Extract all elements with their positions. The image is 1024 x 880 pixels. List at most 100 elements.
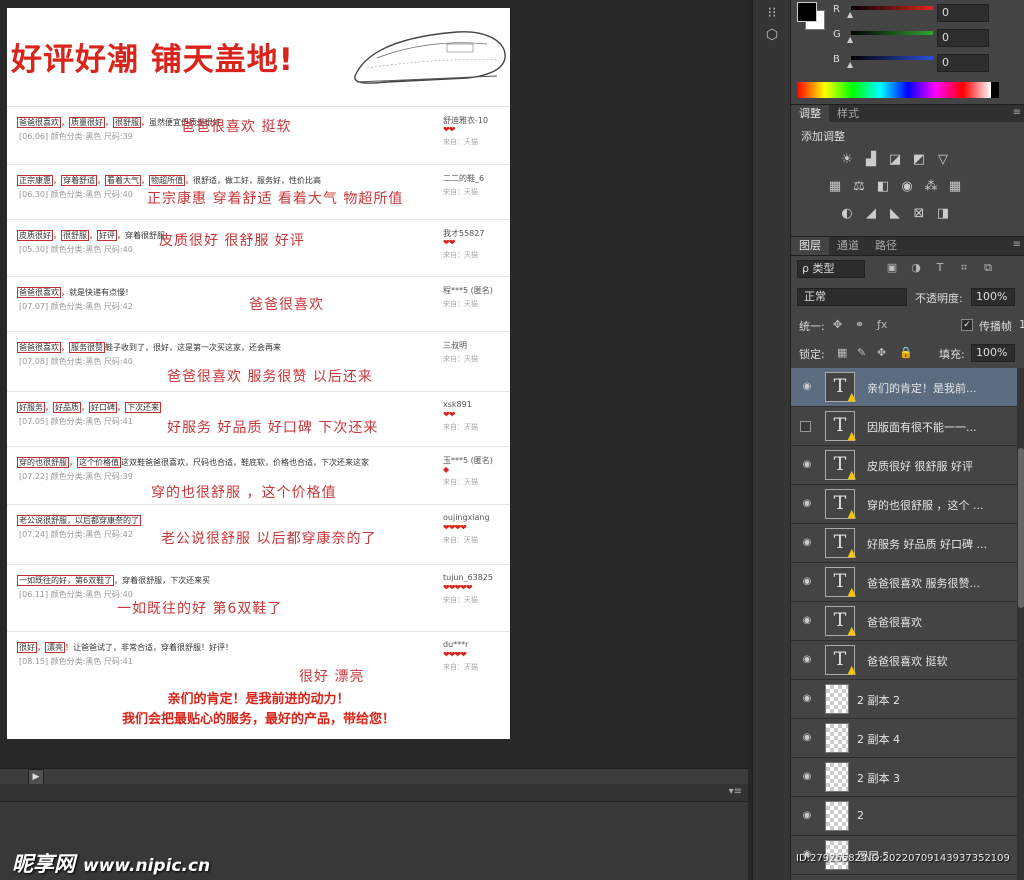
invert-icon[interactable]: ◐ (839, 206, 855, 222)
scrollbar-thumb[interactable] (1018, 448, 1024, 608)
slider-knob-icon[interactable]: ▲ (847, 36, 855, 44)
layer-row[interactable]: ◉ T ▲ 爸爸很喜欢 挺软 (791, 641, 1017, 680)
levels-icon[interactable]: ▟ (863, 152, 879, 168)
channel-slider[interactable] (851, 6, 933, 10)
eye-icon[interactable]: ◉ (800, 693, 814, 705)
black-white-icon[interactable]: ◧ (875, 179, 891, 195)
photo-filter-icon[interactable]: ◉ (899, 179, 915, 195)
eye-icon[interactable]: ◉ (800, 771, 814, 783)
threshold-icon[interactable]: ◣ (887, 206, 903, 222)
layer-name: 爸爸很喜欢 服务很赞... (867, 577, 980, 590)
curves-icon[interactable]: ◪ (887, 152, 903, 168)
channel-slider[interactable] (851, 31, 933, 35)
shape-filter-icon[interactable]: ⌗ (957, 261, 971, 275)
layer-row[interactable]: ◉ T ▲ 亲们的肯定！是我前... (791, 368, 1017, 407)
gradient-map-icon[interactable]: ⊠ (911, 206, 927, 222)
layer-list[interactable]: ◉ T ▲ 亲们的肯定！是我前... T ▲ 因版面有很不能一一... ◉ T ▲ 皮质很好 很舒服… (791, 368, 1017, 880)
channel-value-input[interactable]: 0 (937, 4, 989, 22)
layer-row[interactable]: ◉ 2 副本 3 (791, 758, 1017, 797)
tab-layers[interactable]: 图层 (791, 237, 829, 255)
brightness-icon[interactable]: ☀ (839, 152, 855, 168)
tab-channels[interactable]: 通道 (829, 237, 867, 255)
unify-position-icon[interactable]: ✥ (833, 318, 842, 331)
exposure-icon[interactable]: ◩ (911, 152, 927, 168)
review-text: 一如既往的好，第6双鞋了 ，穿着很舒服，下次还来买 (17, 575, 210, 586)
blend-mode-select[interactable]: 正常 (797, 288, 907, 306)
text-layer-icon: T ▲ (825, 567, 856, 598)
review-tag: 穿着舒适 (61, 175, 97, 186)
eye-icon[interactable]: ◉ (800, 498, 814, 510)
unify-style-icon[interactable]: ƒx (877, 318, 887, 331)
eye-icon[interactable]: ◉ (800, 537, 814, 549)
channel-mixer-icon[interactable]: ⁂ (923, 179, 939, 195)
panel-menu-icon[interactable]: ≡ (1013, 239, 1021, 250)
foreground-color-swatch[interactable] (797, 2, 817, 22)
layers-scrollbar[interactable] (1017, 368, 1024, 880)
document-canvas[interactable]: 好评好潮 铺天盖地! 爸爸很喜欢，质量很好，很舒服 ，虽然便宜但质量很好 [06.0… (7, 8, 510, 739)
tab-styles[interactable]: 样式 (829, 105, 867, 123)
text-filter-icon[interactable]: T (933, 261, 947, 275)
lock-transparency-icon[interactable]: ▦ (837, 346, 847, 359)
review-tag: 好评 (97, 230, 117, 241)
panel-icon-strip: ⁝⁝ ⬡ (752, 0, 790, 880)
layer-row[interactable]: ◉ T ▲ 好服务 好品质 好口碑 ... (791, 524, 1017, 563)
opacity-input[interactable]: 100% (971, 288, 1015, 306)
review-body: ，就是快递有点慢！ (61, 288, 133, 297)
play-icon[interactable]: ▶ (28, 769, 44, 785)
review-user: xsk891 (443, 400, 472, 409)
posterize-icon[interactable]: ◢ (863, 206, 879, 222)
tab-adjustments[interactable]: 调整 (791, 105, 829, 123)
smart-object-filter-icon[interactable]: ⧉ (981, 261, 995, 275)
layer-row[interactable]: ◉ T ▲ 爸爸很喜欢 (791, 602, 1017, 641)
layer-row[interactable]: ◉ T ▲ 穿的也很舒服 ，这个 ... (791, 485, 1017, 524)
lock-paint-icon[interactable]: ✎ (857, 346, 866, 359)
review-item: 很好，漂亮 ！让爸爸试了，非常合适，穿着很舒服！好评！ [08.15] 颜色分类:黑… (7, 631, 510, 688)
layer-filter-select[interactable]: ρ 类型 (797, 260, 865, 278)
canvas-area[interactable]: 好评好潮 铺天盖地! 爸爸很喜欢，质量很好，很舒服 ，虽然便宜但质量很好 [06.0… (0, 0, 748, 770)
text-layer-icon: T ▲ (825, 372, 856, 403)
color-lookup-icon[interactable]: ▦ (947, 179, 963, 195)
warning-icon: ▲ (847, 390, 856, 403)
propagate-frame-checkbox[interactable]: ✓ (961, 319, 973, 331)
collapse-icon[interactable]: ⁝⁝ (761, 2, 783, 24)
eye-icon[interactable]: ◉ (800, 732, 814, 744)
channel-value-input[interactable]: 0 (937, 54, 989, 72)
layer-row[interactable]: ◉ 2 副本 2 (791, 680, 1017, 719)
text-layer-icon: T ▲ (825, 645, 856, 676)
eye-icon[interactable]: ◉ (800, 810, 814, 822)
layer-row[interactable]: ◉ 2 (791, 797, 1017, 836)
3d-cube-icon[interactable]: ⬡ (761, 24, 783, 46)
adjustment-filter-icon[interactable]: ◑ (909, 261, 923, 275)
layer-row[interactable]: ◉ T ▲ 爸爸很喜欢 服务很赞... (791, 563, 1017, 602)
eye-icon[interactable]: ◉ (800, 615, 814, 627)
fill-input[interactable]: 100% (971, 344, 1015, 362)
selective-color-icon[interactable]: ◨ (935, 206, 951, 222)
visibility-toggle[interactable] (800, 421, 811, 432)
layer-row[interactable]: T ▲ 因版面有很不能一一... (791, 407, 1017, 446)
vibrance-icon[interactable]: ▽ (935, 152, 951, 168)
hue-saturation-icon[interactable]: ▦ (827, 179, 843, 195)
slider-knob-icon[interactable]: ▲ (847, 11, 855, 19)
eye-icon[interactable]: ◉ (800, 381, 814, 393)
unify-visibility-icon[interactable]: ⚭ (855, 318, 864, 331)
layer-row[interactable]: ◉ 2 副本 4 (791, 719, 1017, 758)
panel-menu-icon[interactable]: ▾≡ (729, 786, 742, 797)
opacity-label: 不透明度: (915, 292, 963, 305)
layer-row[interactable]: ◉ T ▲ 皮质很好 很舒服 好评 (791, 446, 1017, 485)
color-spectrum[interactable] (797, 82, 999, 98)
review-body: ，穿着很舒服 (117, 231, 165, 240)
eye-icon[interactable]: ◉ (800, 459, 814, 471)
lock-position-icon[interactable]: ✥ (877, 346, 886, 359)
eye-icon[interactable]: ◉ (800, 576, 814, 588)
image-filter-icon[interactable]: ▣ (885, 261, 899, 275)
shoe-sketch-image (354, 31, 506, 84)
lock-all-icon[interactable]: 🔒 (899, 346, 913, 359)
channel-value-input[interactable]: 0 (937, 29, 989, 47)
channel-slider[interactable] (851, 56, 933, 60)
panel-menu-icon[interactable]: ≡ (1013, 107, 1021, 118)
tab-paths[interactable]: 路径 (867, 237, 905, 255)
slider-knob-icon[interactable]: ▲ (847, 61, 855, 69)
review-meta: [07.05] 颜色分类:黑色 尺码:41 (19, 417, 133, 426)
color-balance-icon[interactable]: ⚖ (851, 179, 867, 195)
eye-icon[interactable]: ◉ (800, 654, 814, 666)
